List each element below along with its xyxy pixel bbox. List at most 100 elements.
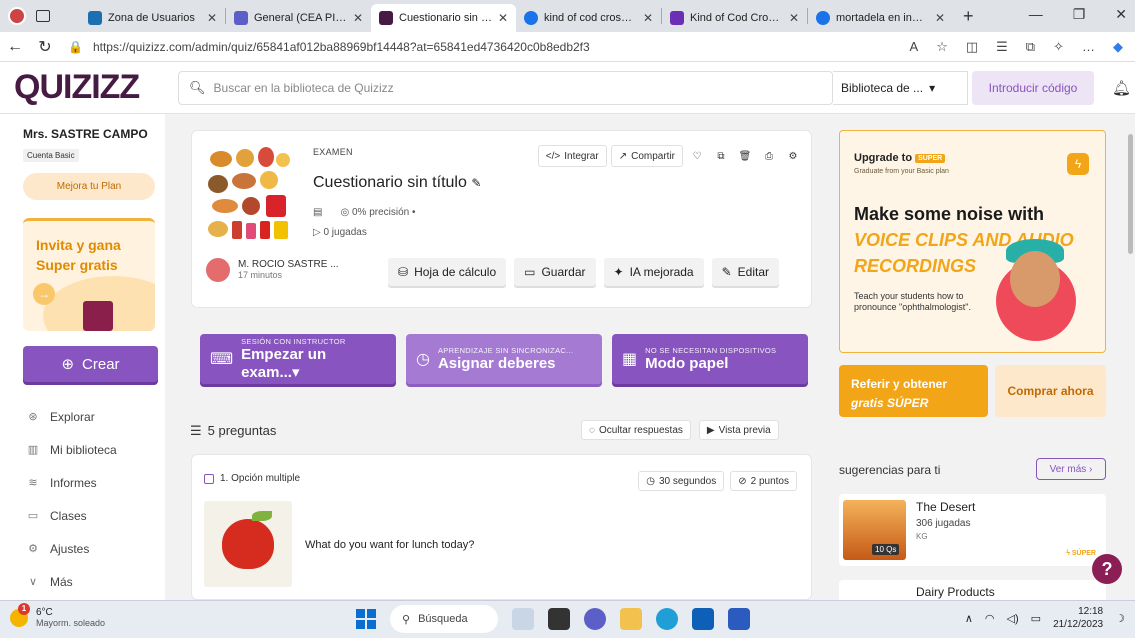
assign-homework-button[interactable]: ◷ APRENDIZAJE SIN SINCRONIZAC... Asignar … [406, 334, 602, 384]
share-label: Compartir [631, 150, 675, 162]
ai-enhanced-button[interactable]: ✦ IA mejorada [603, 258, 704, 286]
copy-icon[interactable]: ⧉ [711, 145, 731, 167]
tab-actions-icon[interactable] [36, 10, 50, 22]
minimize-icon[interactable]: — [1029, 6, 1043, 23]
delete-icon[interactable]: 🗑︎ [735, 145, 755, 167]
suggestion-card[interactable]: 10 Qs The Desert 306 jugadas KG ϟ SÚPER [839, 494, 1106, 566]
see-more-button[interactable]: Ver más › [1036, 458, 1106, 480]
profile-avatar[interactable] [8, 7, 26, 25]
promo-upgrade-text: Upgrade to [854, 152, 913, 164]
embed-button[interactable]: </> Integrar [537, 145, 607, 167]
close-tab-icon[interactable]: ✕ [935, 11, 945, 25]
page-scrollbar[interactable] [1126, 114, 1135, 600]
split-screen-icon[interactable]: ◫ [966, 39, 978, 55]
like-heart-icon[interactable]: ♡ [687, 145, 707, 167]
sidebar-item-biblioteca[interactable]: ▥ Mi biblioteca [26, 433, 117, 466]
print-icon[interactable]: ⎙ [759, 145, 779, 167]
tray-chevron-icon[interactable]: ∧ [965, 612, 973, 625]
volume-icon[interactable]: ◁) [1007, 612, 1019, 625]
quiz-author[interactable]: M. ROCIO SASTRE ... 17 minutos [206, 258, 339, 282]
restore-icon[interactable]: ❐ [1073, 6, 1086, 23]
paper-mode-button[interactable]: ▦ NO SE NECESITAN DISPOSITIVOS Modo papel [612, 334, 808, 384]
close-tab-icon[interactable]: ✕ [789, 11, 799, 25]
chat-app-icon[interactable] [584, 608, 606, 630]
browser-tab[interactable]: kind of cod crosswor ✕ [516, 4, 661, 32]
upgrade-plan-button[interactable]: Mejora tu Plan [23, 173, 155, 200]
refer-button[interactable]: Referir y obtener gratis SÚPER [839, 365, 988, 417]
create-button[interactable]: ⊕ Crear [23, 346, 158, 382]
dropdown-caret-icon[interactable]: ▾ [292, 364, 300, 381]
sidebar-item-mas[interactable]: ∨ Más [26, 565, 117, 598]
points-chip[interactable]: ⊘ 2 puntos [730, 471, 797, 491]
store-app-icon[interactable] [692, 608, 714, 630]
sidebar-item-explorar[interactable]: ⊛ Explorar [26, 400, 117, 433]
start-live-button[interactable]: ⌨ SESIÓN CON INSTRUCTOR Empezar un exam..… [200, 334, 396, 384]
copilot-icon[interactable]: ◆ [1113, 39, 1123, 55]
spreadsheet-button[interactable]: ⛁ Hoja de cálculo [388, 258, 507, 286]
library-search-input[interactable]: 🔍︎ Buscar en la biblioteca de Quizizz [178, 70, 833, 105]
edge-browser-icon[interactable] [656, 608, 678, 630]
battery-icon[interactable]: ▭ [1031, 612, 1041, 625]
sidebar-item-informes[interactable]: ≋ Informes [26, 466, 117, 499]
settings-icon[interactable]: ⚙ [783, 145, 803, 167]
quizizz-logo[interactable]: QUIZIZZ [0, 68, 178, 107]
start-small-label: NO SE NECESITAN DISPOSITIVOS [645, 346, 777, 355]
accuracy-stat: ◎ 0% precisión • [340, 207, 416, 218]
weather-temp: 6°C [36, 607, 53, 618]
lock-icon: 🔒 [68, 39, 83, 54]
browser-tab-active[interactable]: Cuestionario sin títul ✕ [371, 4, 516, 32]
close-tab-icon[interactable]: ✕ [353, 11, 363, 25]
help-button[interactable]: ? [1092, 554, 1122, 584]
sidebar-item-label: Informes [50, 475, 97, 490]
taskbar-search[interactable]: ⚲ Búsqueda [390, 605, 498, 633]
extensions-icon[interactable]: ✧ [1053, 39, 1064, 55]
share-button[interactable]: ↗ Compartir [610, 145, 683, 167]
scrollbar-thumb[interactable] [1128, 134, 1133, 254]
favorite-star-icon[interactable]: ☆ [936, 39, 948, 55]
clock[interactable]: 12:18 21/12/2023 [1053, 605, 1103, 631]
new-tab-icon[interactable]: + [953, 6, 984, 27]
library-select[interactable]: Biblioteca de ... ▾ [833, 70, 968, 105]
preview-button[interactable]: ▶ Vista previa [698, 420, 779, 440]
invite-card[interactable]: Invita y gana Super gratis → [23, 218, 155, 331]
sidebar-item-ajustes[interactable]: ⚙ Ajustes [26, 532, 117, 565]
buy-now-button[interactable]: Comprar ahora [995, 365, 1106, 417]
hide-answers-button[interactable]: ◌ Ocultar respuestas [581, 420, 691, 440]
windows-start-icon[interactable] [356, 609, 376, 629]
weather-widget[interactable]: 1 6°C Mayorm. soleado [10, 603, 105, 629]
sidebar-item-clases[interactable]: ▭ Clases [26, 499, 117, 532]
time-chip[interactable]: ◷ 30 segundos [638, 471, 725, 491]
close-window-icon[interactable]: ✕ [1115, 6, 1127, 23]
task-view-icon[interactable] [548, 608, 570, 630]
question-toolbar: ◌ Ocultar respuestas ▶ Vista previa [581, 420, 779, 440]
join-code-button[interactable]: Introducir código [972, 70, 1094, 105]
back-icon[interactable]: ← [0, 38, 30, 56]
upgrade-promo-card[interactable]: Upgrade to SUPER Graduate from your Basic… [839, 130, 1106, 353]
arrow-right-icon[interactable]: → [33, 283, 55, 305]
word-app-icon[interactable] [728, 608, 750, 630]
notifications-icon[interactable]: ☽ [1115, 612, 1125, 625]
wifi-icon[interactable]: ◠ [985, 612, 995, 625]
suggestion-card[interactable]: Dairy Products [839, 580, 1106, 600]
url-field[interactable]: 🔒 https://quizizz.com/admin/quiz/65841af… [68, 40, 910, 54]
browser-tab[interactable]: General (CEA PINARE ✕ [226, 4, 371, 32]
more-icon[interactable]: … [1082, 39, 1095, 55]
widgets-app-icon[interactable] [512, 608, 534, 630]
close-tab-icon[interactable]: ✕ [498, 11, 508, 25]
favorites-icon[interactable]: ☰ [996, 39, 1008, 55]
browser-tab[interactable]: Kind of Cod Crosswor ✕ [662, 4, 807, 32]
close-tab-icon[interactable]: ✕ [643, 11, 653, 25]
reload-icon[interactable]: ↻ [30, 37, 60, 57]
pencil-icon[interactable]: ✎ [471, 176, 481, 190]
browser-tab[interactable]: Zona de Usuarios ✕ [80, 4, 225, 32]
collections-icon[interactable]: ⧉ [1026, 39, 1035, 55]
save-button[interactable]: ▭ Guardar [514, 258, 596, 286]
quiz-title[interactable]: Cuestionario sin título ✎ [313, 174, 481, 192]
browser-tab[interactable]: mortadela en ingles ✕ [808, 4, 953, 32]
plan-badge: Cuenta Basic [23, 149, 79, 162]
edit-button[interactable]: ✎ Editar [711, 258, 780, 286]
close-tab-icon[interactable]: ✕ [207, 11, 217, 25]
file-explorer-icon[interactable] [620, 608, 642, 630]
notification-bell-icon[interactable]: 🔔︎ [1112, 79, 1131, 97]
read-aloud-icon[interactable]: A [910, 39, 919, 55]
